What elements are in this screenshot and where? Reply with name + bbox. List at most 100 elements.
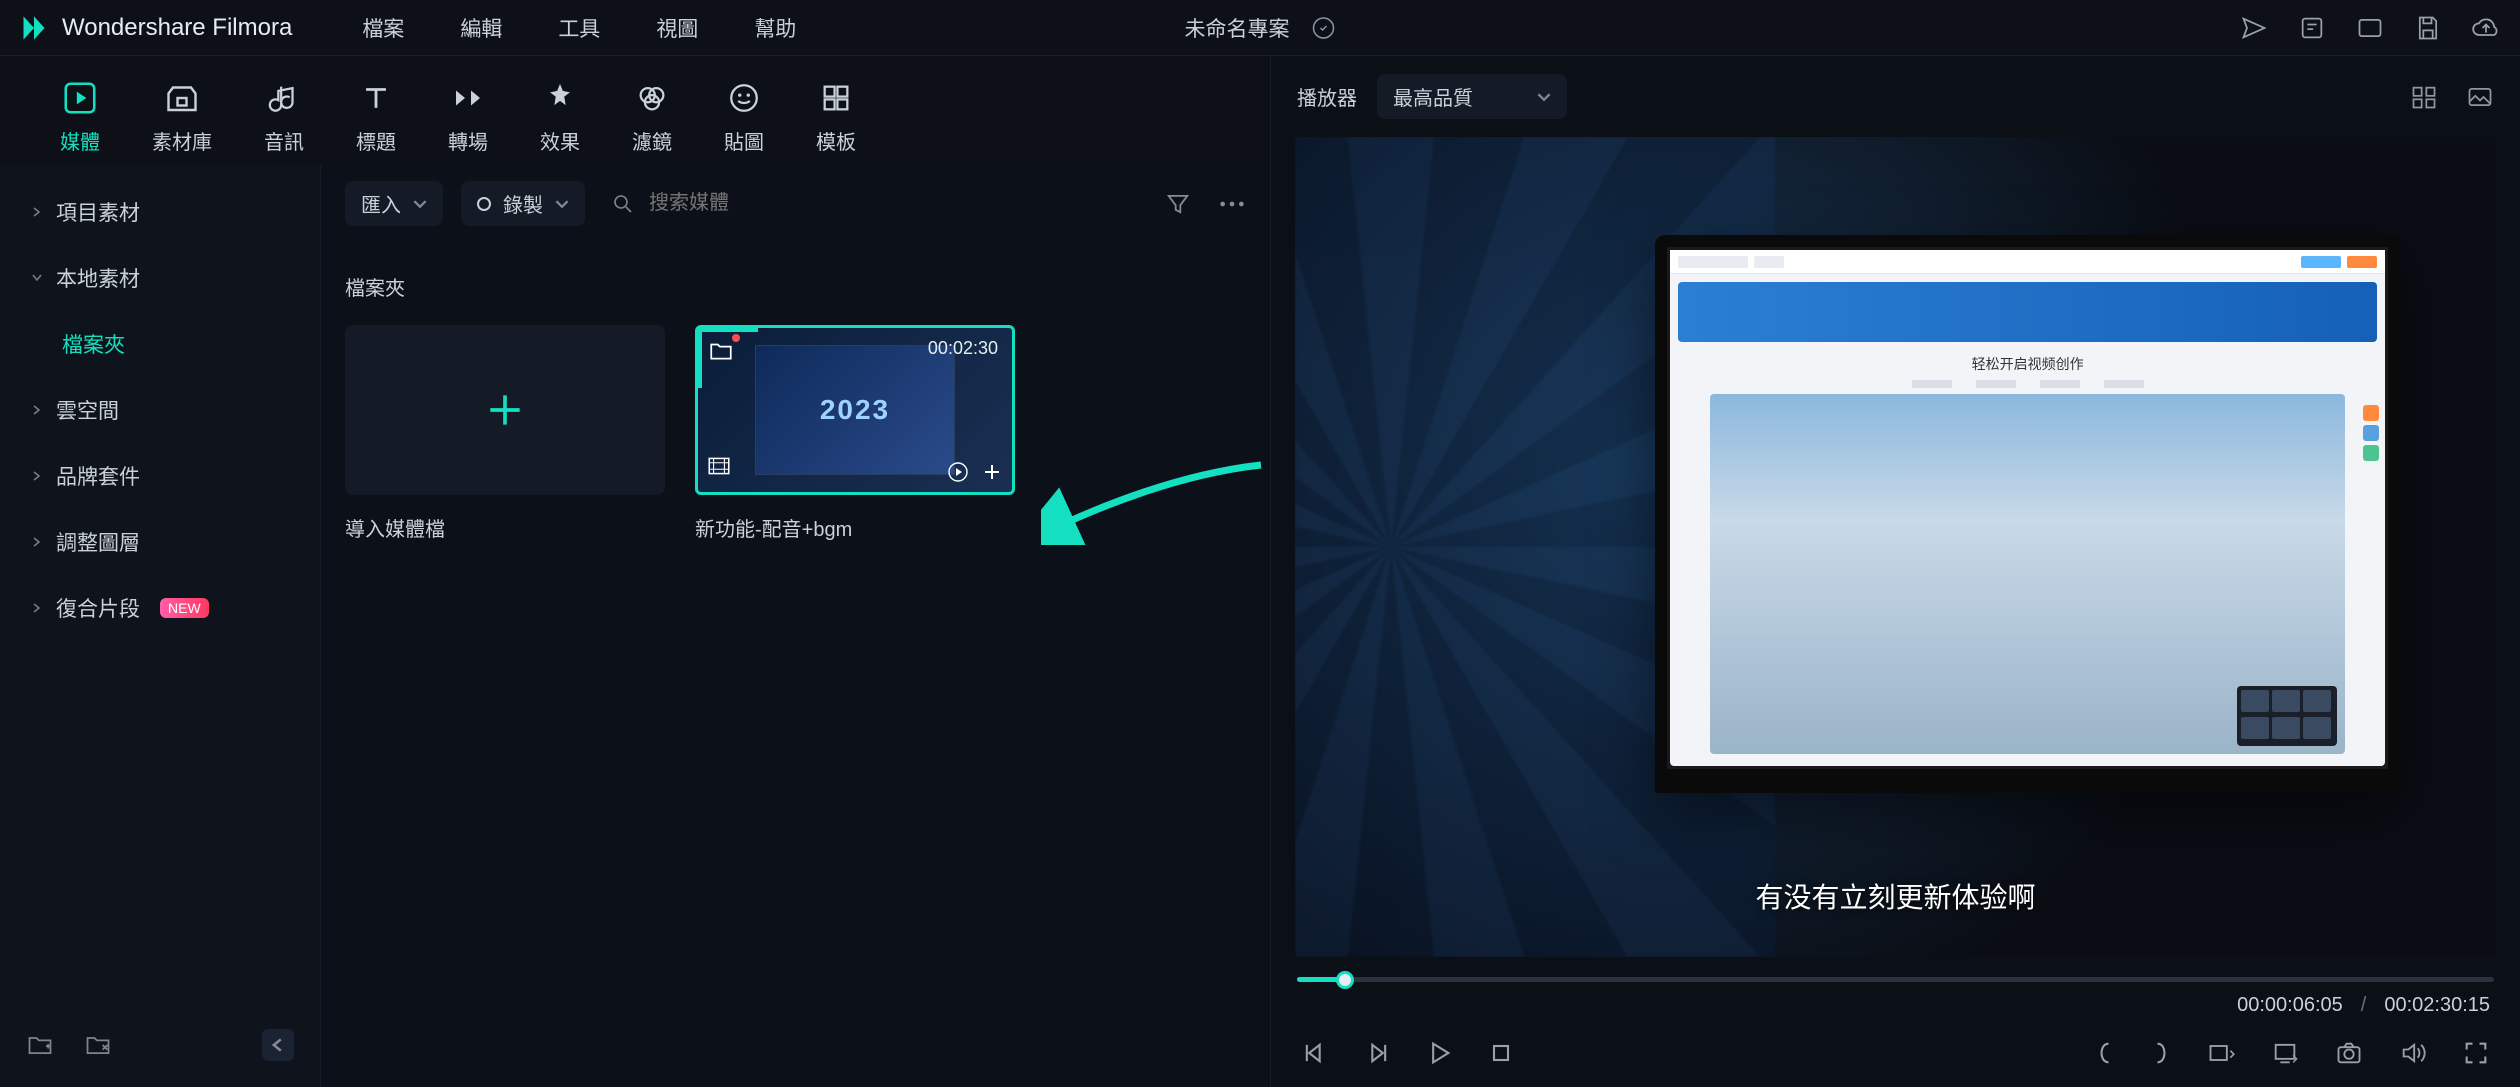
menu-view[interactable]: 視圖 [656, 13, 698, 43]
sidebar-item-project[interactable]: 項目素材 [16, 179, 304, 245]
collapse-sidebar-button[interactable] [262, 1029, 294, 1061]
delete-folder-icon[interactable] [84, 1031, 112, 1059]
play-button[interactable] [1425, 1039, 1453, 1067]
media-sidebar: 項目素材 本地素材 檔案夾 雲空間 品牌套件 調整圖層 [0, 165, 320, 1087]
tab-templates[interactable]: 模板 [816, 78, 856, 155]
player-label: 播放器 [1297, 82, 1357, 111]
menu-tools[interactable]: 工具 [558, 13, 600, 43]
folder-section-label: 檔案夾 [345, 272, 1246, 301]
project-title[interactable]: 未命名專案 [1185, 13, 1290, 43]
mark-in-button[interactable] [2094, 1039, 2116, 1067]
stickers-icon [724, 78, 764, 118]
stock-icon [162, 78, 202, 118]
player-controls [1271, 1025, 2520, 1087]
search-wrap [611, 192, 1146, 216]
cloud-upload-icon[interactable] [2472, 14, 2500, 42]
project-title-area: 未命名專案 [1185, 13, 1336, 43]
filmora-logo-icon [20, 14, 48, 42]
quality-settings-button[interactable] [2270, 1039, 2300, 1067]
record-icon [477, 197, 491, 211]
media-grid: 導入媒體檔 2023 00:02:30 [345, 325, 1246, 542]
clip-folder-icon[interactable] [706, 336, 736, 366]
video-preview[interactable]: 轻松开启视频创作 有没有立刻更新体验啊 [1295, 137, 2496, 957]
tab-effects[interactable]: 效果 [540, 78, 580, 155]
preview-icon[interactable] [946, 460, 970, 484]
app-logo: Wondershare Filmora [20, 14, 292, 42]
layout-icon[interactable] [2356, 14, 2384, 42]
send-icon[interactable] [2240, 14, 2268, 42]
clip-name: 新功能-配音+bgm [695, 513, 1015, 542]
more-icon[interactable] [1218, 199, 1246, 209]
filter-icon[interactable] [1164, 190, 1192, 218]
sidebar-item-layers[interactable]: 調整圖層 [16, 509, 304, 575]
record-dropdown[interactable]: 錄製 [461, 181, 585, 226]
note-icon[interactable] [2298, 14, 2326, 42]
sidebar-item-cloud[interactable]: 雲空間 [16, 377, 304, 443]
menu-file[interactable]: 檔案 [362, 13, 404, 43]
menu-bar: 檔案 編輯 工具 視圖 幫助 [362, 13, 796, 43]
chevron-down-icon [31, 273, 43, 283]
tab-audio[interactable]: 音訊 [264, 78, 304, 155]
menu-help[interactable]: 幫助 [754, 13, 796, 43]
media-browser: 匯入 錄製 [320, 165, 1270, 1087]
new-folder-icon[interactable] [26, 1031, 54, 1059]
search-icon[interactable] [611, 192, 635, 216]
audio-icon [264, 78, 304, 118]
chevron-right-icon [32, 404, 42, 416]
player-header: 播放器 最高品質 [1271, 56, 2520, 137]
import-tile-wrap: 導入媒體檔 [345, 325, 665, 542]
sidebar-item-compound[interactable]: 復合片段 NEW [16, 575, 304, 641]
quality-dropdown[interactable]: 最高品質 [1377, 74, 1567, 119]
chevron-down-icon [1537, 90, 1551, 104]
tab-filters[interactable]: 濾鏡 [632, 78, 672, 155]
prev-frame-button[interactable] [1301, 1039, 1329, 1067]
total-time: 00:02:30:15 [2384, 994, 2490, 1017]
tab-stock[interactable]: 素材庫 [152, 78, 212, 155]
preview-laptop: 轻松开启视频创作 [1655, 235, 2400, 793]
chevron-right-icon [32, 206, 42, 218]
title-right-actions [2240, 14, 2500, 42]
effects-icon [540, 78, 580, 118]
chevron-down-icon [413, 197, 427, 211]
aspect-ratio-button[interactable] [2206, 1039, 2236, 1067]
menu-edit[interactable]: 編輯 [460, 13, 502, 43]
tab-media[interactable]: 媒體 [60, 78, 100, 155]
tab-transitions[interactable]: 轉場 [448, 78, 488, 155]
grid-view-icon[interactable] [2410, 83, 2438, 111]
chevron-down-icon [555, 197, 569, 211]
tab-stickers[interactable]: 貼圖 [724, 78, 764, 155]
browser-toolbar: 匯入 錄製 [345, 181, 1246, 226]
time-display: 00:00:06:05 / 00:02:30:15 [1271, 986, 2520, 1025]
sidebar-item-brand[interactable]: 品牌套件 [16, 443, 304, 509]
sidebar-item-local[interactable]: 本地素材 [16, 245, 304, 311]
save-icon[interactable] [2414, 14, 2442, 42]
add-to-timeline-icon[interactable] [980, 460, 1004, 484]
fullscreen-button[interactable] [2462, 1039, 2490, 1067]
clip-actions [946, 460, 1004, 484]
sidebar-sub-folder[interactable]: 檔案夾 [16, 311, 304, 377]
snapshot-button[interactable] [2334, 1039, 2364, 1067]
cloud-sync-icon[interactable] [1312, 16, 1336, 40]
search-input[interactable] [649, 192, 949, 215]
media-clip[interactable]: 2023 00:02:30 [695, 325, 1015, 495]
video-subtitle: 有没有立刻更新体验啊 [1755, 876, 2035, 916]
clip-duration: 00:02:30 [928, 338, 998, 359]
volume-button[interactable] [2398, 1039, 2428, 1067]
sidebar-bottom [16, 1017, 304, 1073]
new-badge: NEW [160, 598, 209, 618]
title-bar: Wondershare Filmora 檔案 編輯 工具 視圖 幫助 未命名專案 [0, 0, 2520, 56]
next-frame-button[interactable] [1363, 1039, 1391, 1067]
tab-titles[interactable]: 標題 [356, 78, 396, 155]
progress-bar[interactable] [1271, 957, 2520, 986]
mark-out-button[interactable] [2150, 1039, 2172, 1067]
titles-icon [356, 78, 396, 118]
image-view-icon[interactable] [2466, 83, 2494, 111]
import-media-tile[interactable] [345, 325, 665, 495]
chevron-right-icon [32, 536, 42, 548]
progress-thumb[interactable] [1336, 971, 1354, 989]
import-dropdown[interactable]: 匯入 [345, 181, 443, 226]
stop-button[interactable] [1487, 1039, 1515, 1067]
asset-tabs: 媒體 素材庫 音訊 標題 轉場 效果 [0, 56, 1270, 165]
transitions-icon [448, 78, 488, 118]
chevron-right-icon [32, 602, 42, 614]
